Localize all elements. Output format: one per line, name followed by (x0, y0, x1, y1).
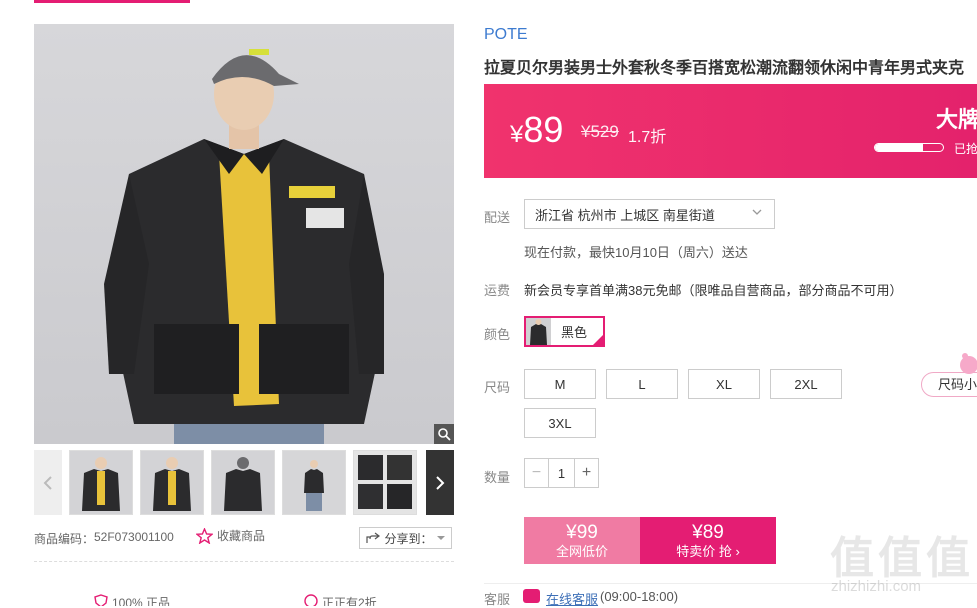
product-title: 拉夏贝尔男装男士外套秋冬季百搭宽松潮流翻领休闲中青年男式夹克 (484, 60, 965, 77)
buy-now-label: 特卖价 抢 › (676, 543, 740, 559)
main-product-image[interactable] (34, 24, 454, 444)
thumb-next-button[interactable] (426, 450, 454, 515)
sold-progress-label: 已抢 (954, 142, 977, 156)
active-tab-indicator (34, 0, 190, 3)
buy-button-group: ¥99 全网低价 ¥89 特卖价 抢 › (524, 517, 776, 564)
size-option-2xl[interactable]: 2XL (770, 369, 842, 399)
product-code-label: 商品编码： (34, 532, 95, 546)
share-icon (366, 532, 381, 543)
chevron-right-icon (436, 475, 445, 490)
model-figure (104, 49, 384, 444)
size-option-xl[interactable]: XL (688, 369, 760, 399)
thumbnail[interactable] (282, 450, 346, 515)
chat-icon (523, 589, 540, 603)
price-banner: ¥89 ¥529 1.7折 大牌特 已抢 (484, 84, 977, 178)
thumbnail[interactable] (69, 450, 133, 515)
sold-progress-fill (875, 144, 923, 151)
market-price: ¥99 (566, 521, 598, 543)
color-option-black[interactable]: 黑色 (524, 316, 605, 347)
size-label: 尺码 (484, 380, 511, 395)
currency-symbol: ¥ (510, 121, 524, 148)
chevron-left-icon (43, 475, 52, 490)
favorite-button[interactable]: 收藏商品 (196, 527, 265, 544)
zoom-icon[interactable] (434, 424, 454, 444)
watermark: 值值值 zhizhizhi.com (826, 520, 976, 600)
guarantee-genuine: 100% 正品 (94, 594, 170, 606)
address-value: 浙江省 杭州市 上城区 南星街道 (535, 207, 715, 223)
shipping-text: 新会员专享首单满38元免邮（限唯品自营商品，部分商品不可用） (524, 283, 903, 298)
caret-down-icon (436, 536, 445, 540)
current-price-value: 89 (523, 109, 564, 150)
promo-title: 大牌特 (936, 107, 977, 132)
guarantees-row: 100% 正品 正正有2折 (34, 594, 454, 606)
product-code: 52F073001100 (94, 530, 174, 544)
market-price-block: ¥99 全网低价 (524, 517, 640, 564)
thumb-prev-button[interactable] (34, 450, 62, 515)
size-option-3xl[interactable]: 3XL (524, 408, 596, 438)
thumbnail[interactable] (140, 450, 204, 515)
guarantee-discount-label: 正正有2折 (322, 596, 377, 606)
share-label: 分享到： (384, 531, 433, 546)
size-guide-button[interactable]: 尺码小 (921, 372, 977, 397)
watermark-url: zhizhizhi.com (831, 578, 922, 595)
discount-icon (304, 594, 318, 606)
service-hours: (09:00-18:00) (600, 589, 679, 604)
product-meta-row: 商品编码： 52F073001100 收藏商品 分享到： (34, 527, 454, 549)
color-swatch (526, 318, 551, 345)
guarantee-discount: 正正有2折 (304, 594, 377, 606)
shipping-label: 运费 (484, 283, 511, 298)
color-label: 颜色 (484, 327, 511, 342)
chevron-down-icon (752, 207, 762, 219)
original-price: ¥529 (581, 122, 619, 141)
size-option-l[interactable]: L (606, 369, 678, 399)
brand-link[interactable]: POTE (484, 26, 528, 44)
online-service-link[interactable]: 在线客服 (546, 589, 598, 608)
quantity-increase-button[interactable]: + (573, 459, 598, 487)
current-price: ¥89 (510, 110, 563, 155)
quantity-decrease-button[interactable]: − (525, 459, 550, 487)
discount-rate: 1.7折 (628, 129, 667, 146)
color-option-label: 黑色 (561, 325, 588, 340)
size-option-m[interactable]: M (524, 369, 596, 399)
delivery-label: 配送 (484, 210, 511, 225)
selected-check-icon (591, 333, 605, 347)
sold-progress-bar (874, 143, 944, 152)
quantity-label: 数量 (484, 470, 511, 485)
divider (34, 561, 454, 562)
quantity-input[interactable]: 1 (549, 459, 574, 487)
thumbnail[interactable] (353, 450, 417, 515)
shield-icon (94, 594, 108, 606)
thumbnail-strip (34, 450, 454, 515)
thumbnail[interactable] (211, 450, 275, 515)
quantity-stepper: − 1 + (524, 458, 599, 488)
buy-now-button[interactable]: ¥89 特卖价 抢 › (640, 517, 776, 564)
guarantee-genuine-label: 100% 正品 (112, 596, 171, 606)
service-label: 客服 (484, 592, 511, 607)
delivery-eta: 现在付款，最快10月10日（周六）送达 (524, 245, 748, 260)
watermark-mark: 值值值 (830, 534, 974, 583)
sale-price: ¥89 (692, 521, 724, 543)
size-guide-label: 尺码小 (938, 377, 977, 392)
favorite-label: 收藏商品 (217, 529, 266, 543)
share-button[interactable]: 分享到： (359, 527, 452, 549)
address-select[interactable]: 浙江省 杭州市 上城区 南星街道 (524, 199, 775, 229)
star-icon (196, 527, 213, 544)
mascot-icon (960, 353, 977, 374)
market-price-label: 全网低价 (555, 543, 608, 559)
